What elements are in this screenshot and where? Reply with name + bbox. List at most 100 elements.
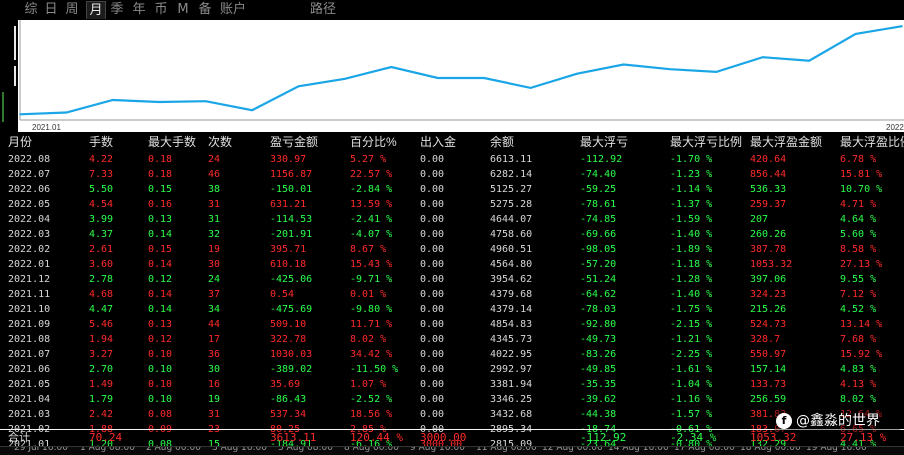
table-row[interactable]: 2021.12 2.78 0.12 24 -425.06 -9.71 % 0.00 3954.… — [0, 272, 904, 287]
table-row[interactable]: 2022.07 7.33 0.18 46 1156.87 22.57 % 0.00 6282.… — [0, 167, 904, 182]
column-header-8[interactable]: 最大浮亏 — [580, 134, 628, 151]
table-row[interactable]: 2022.01 3.60 0.14 30 610.18 15.43 % 0.00 4564.8… — [0, 257, 904, 272]
table-cell-pl: 330.97 — [270, 154, 307, 165]
table-cell-lots: 4.22 — [89, 154, 114, 165]
table-cell-bal: 3954.62 — [490, 274, 533, 285]
table-cell-pct: 5.27 % — [350, 154, 387, 165]
table-cell-fpp: 8.02 % — [840, 394, 877, 405]
table-row[interactable]: 2022.06 5.50 0.15 38 -150.01 -2.84 % 0.00 5125.… — [0, 182, 904, 197]
table-cell-m: 2021.09 — [8, 319, 51, 330]
table-cell-pl: -86.43 — [270, 394, 307, 405]
table-cell-pl: 0.54 — [270, 289, 295, 300]
total-float-loss-pct: -2.34 % — [670, 431, 717, 444]
tab-3[interactable]: 月 — [86, 1, 106, 19]
tab-9[interactable]: 账户 — [218, 1, 248, 19]
table-cell-bal: 3346.25 — [490, 394, 533, 405]
column-header-4[interactable]: 盈亏金额 — [270, 134, 318, 151]
tab-7[interactable]: M — [176, 1, 190, 19]
table-row[interactable]: 2021.03 2.42 0.08 31 537.34 18.56 % 0.00 3432.6… — [0, 407, 904, 422]
table-row[interactable]: 2022.03 4.37 0.14 32 -201.91 -4.07 % 0.00 4758.… — [0, 227, 904, 242]
time-axis-label: 3 Aug 16:00 — [212, 446, 267, 453]
table-cell-max: 0.15 — [148, 184, 173, 195]
tab-1[interactable]: 日 — [42, 1, 60, 19]
table-row[interactable]: 2021.10 4.47 0.14 34 -475.69 -9.80 % 0.00 4379.… — [0, 302, 904, 317]
table-row[interactable]: 2022.02 2.61 0.15 19 395.71 8.67 % 0.00 4960.51… — [0, 242, 904, 257]
column-header-9[interactable]: 最大浮亏比例 — [670, 134, 742, 151]
table-cell-fpp: 15.81 % — [840, 169, 883, 180]
table-cell-flp: -1.37 % — [670, 199, 713, 210]
table-cell-cnt: 30 — [208, 364, 221, 375]
table-cell-pct: 8.67 % — [350, 244, 387, 255]
table-cell-pct: 1.07 % — [350, 379, 387, 390]
table-cell-fp: 420.64 — [750, 154, 787, 165]
table-cell-m: 2022.05 — [8, 199, 51, 210]
table-cell-pct: -2.52 % — [350, 394, 393, 405]
time-axis-label: 12 Aug 00:00 — [542, 446, 603, 453]
table-cell-flp: -1.75 % — [670, 304, 713, 315]
tab-10[interactable]: 路径 — [308, 1, 338, 19]
tab-2[interactable]: 周 — [63, 1, 81, 19]
table-cell-io: 0.00 — [420, 199, 445, 210]
table-cell-pct: -2.41 % — [350, 214, 393, 225]
table-cell-fpp: 4.71 % — [840, 199, 877, 210]
table-cell-fpp: 4.13 % — [840, 379, 877, 390]
balance-chart-svg: 2021.01 2022 — [19, 20, 904, 132]
column-header-7[interactable]: 余额 — [490, 134, 514, 151]
column-header-10[interactable]: 最大浮盈金额 — [750, 134, 822, 151]
table-cell-pct: 11.71 % — [350, 319, 393, 330]
table-cell-io: 0.00 — [420, 229, 445, 240]
table-cell-cnt: 24 — [208, 274, 221, 285]
table-cell-flp: -2.15 % — [670, 319, 713, 330]
watermark-text: @鑫淼的世界 — [796, 413, 880, 429]
balance-point-13 — [622, 63, 625, 66]
table-cell-fpp: 6.78 % — [840, 154, 877, 165]
table-row[interactable]: 2021.06 2.70 0.10 30 -389.02 -11.50 % 0.00 2992… — [0, 362, 904, 377]
column-header-2[interactable]: 最大手数 — [148, 134, 196, 151]
table-cell-max: 0.14 — [148, 259, 173, 270]
table-cell-fl: -59.25 — [580, 184, 617, 195]
table-row[interactable]: 2021.08 1.94 0.12 17 322.78 8.02 % 0.00 4345.73… — [0, 332, 904, 347]
column-header-11[interactable]: 最大浮盈比例 — [840, 134, 904, 151]
table-cell-fp: 524.73 — [750, 319, 787, 330]
table-row[interactable]: 2021.07 3.27 0.10 36 1030.03 34.42 % 0.00 4022.… — [0, 347, 904, 362]
table-row[interactable]: 2022.04 3.99 0.13 31 -114.53 -2.41 % 0.00 4644.… — [0, 212, 904, 227]
balance-point-15 — [715, 71, 718, 73]
table-row[interactable]: 2021.05 1.49 0.10 16 35.69 1.07 % 0.00 3381.94 -… — [0, 377, 904, 392]
tab-5[interactable]: 年 — [130, 1, 148, 19]
table-cell-fp: 1053.32 — [750, 259, 793, 270]
table-cell-fpp: 9.55 % — [840, 274, 877, 285]
column-header-1[interactable]: 手数 — [89, 134, 113, 151]
table-row[interactable]: 2021.09 5.46 0.13 44 509.10 11.71 % 0.00 4854.8… — [0, 317, 904, 332]
table-row[interactable]: 2022.08 4.22 0.18 24 330.97 5.27 % 0.00 6613.11… — [0, 152, 904, 167]
table-cell-flp: -1.21 % — [670, 334, 713, 345]
table-row[interactable]: 2021.04 1.79 0.10 19 -86.43 -2.52 % 0.00 3346.2… — [0, 392, 904, 407]
table-cell-m: 2021.05 — [8, 379, 51, 390]
table-cell-lots: 3.27 — [89, 349, 114, 360]
table-cell-fl: -57.20 — [580, 259, 617, 270]
table-cell-flp: -1.40 % — [670, 229, 713, 240]
table-cell-fp: 256.59 — [750, 394, 787, 405]
column-header-3[interactable]: 次数 — [208, 134, 232, 151]
balance-point-14 — [669, 68, 671, 70]
time-axis-label: 9 Aug 16:00 — [410, 446, 465, 453]
tab-8[interactable]: 备 — [196, 1, 214, 19]
table-cell-io: 0.00 — [420, 154, 445, 165]
table-cell-fpp: 8.58 % — [840, 244, 877, 255]
column-header-5[interactable]: 百分比% — [350, 134, 397, 151]
table-cell-pct: 22.57 % — [350, 169, 393, 180]
table-cell-bal: 4022.95 — [490, 349, 533, 360]
column-header-0[interactable]: 月份 — [8, 134, 32, 151]
table-row[interactable]: 2021.11 4.68 0.14 37 0.54 0.01 % 0.00 4379.68 -6… — [0, 287, 904, 302]
tab-6[interactable]: 币 — [152, 1, 170, 19]
tab-0[interactable]: 综 — [22, 1, 40, 19]
table-cell-flp: -1.70 % — [670, 154, 713, 165]
table-cell-cnt: 19 — [208, 244, 221, 255]
column-header-6[interactable]: 出入金 — [420, 134, 456, 151]
table-cell-flp: -2.25 % — [670, 349, 713, 360]
tab-4[interactable]: 季 — [108, 1, 126, 19]
balance-point-9 — [437, 77, 439, 79]
time-axis-label: 29 Jul 16:00 — [14, 446, 68, 453]
table-row[interactable]: 2022.05 4.54 0.16 31 631.21 13.59 % 0.00 5275.2… — [0, 197, 904, 212]
time-axis-label: 17 Aug 08:00 — [674, 446, 735, 453]
table-cell-cnt: 46 — [208, 169, 221, 180]
